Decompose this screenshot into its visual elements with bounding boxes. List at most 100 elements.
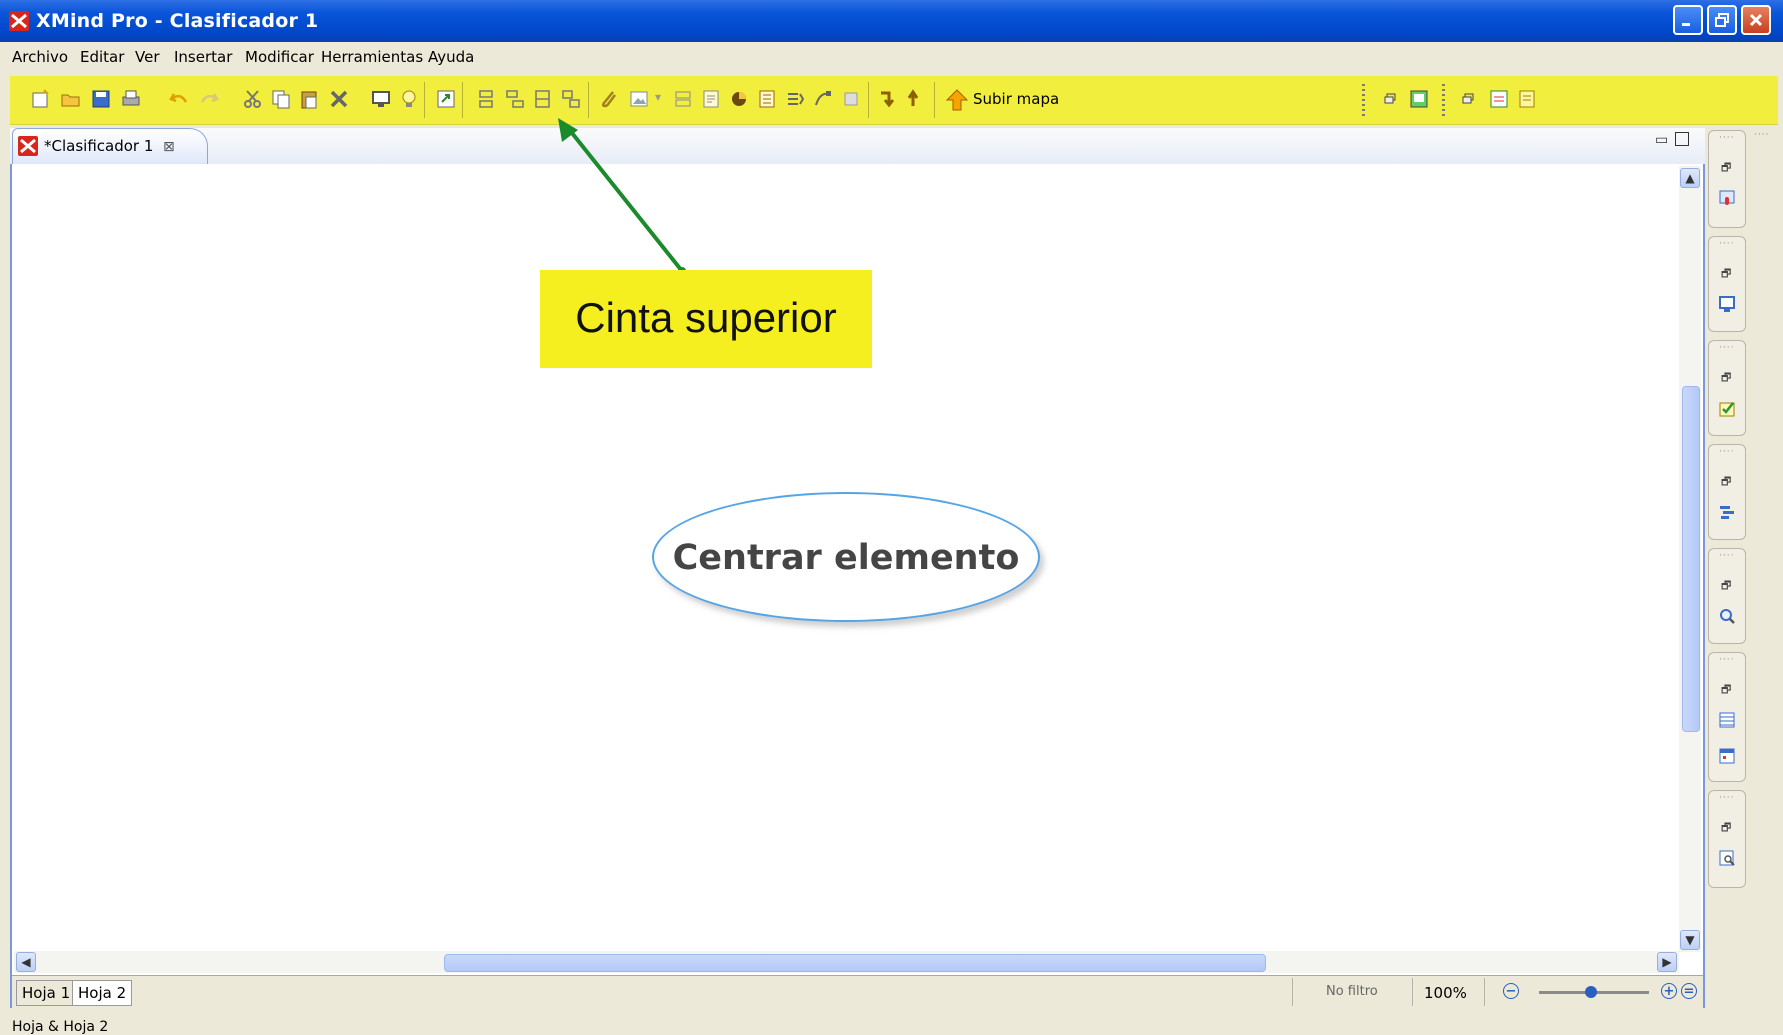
summary-icon[interactable] <box>756 88 778 110</box>
restore-view-icon[interactable] <box>1458 88 1480 110</box>
menu-herramientas[interactable]: Herramientas <box>321 48 423 66</box>
horizontal-scroll-thumb[interactable] <box>444 954 1266 972</box>
zoom-reset-icon[interactable]: = <box>1681 983 1697 999</box>
subir-mapa-label: Subir mapa <box>973 90 1060 108</box>
close-icon <box>1749 13 1763 27</box>
image-icon[interactable] <box>628 88 650 110</box>
toolbar-grip[interactable] <box>1362 84 1365 116</box>
floating-topic-icon[interactable] <box>560 88 582 110</box>
presentation-icon[interactable] <box>1718 295 1736 313</box>
search-icon[interactable] <box>1718 607 1736 625</box>
sheet-tab-hoja-2[interactable]: Hoja 2 <box>72 980 133 1006</box>
side-group-audio: ···· 🗗 <box>1708 130 1746 228</box>
tab-close-icon[interactable]: ⊠ <box>163 139 175 155</box>
cut-icon[interactable] <box>242 88 264 110</box>
tab-label: *Clasificador 1 <box>44 137 154 155</box>
zoom-slider-knob[interactable] <box>1585 986 1597 998</box>
restore-icon <box>1715 13 1729 27</box>
gantt-icon[interactable] <box>1718 503 1736 521</box>
panel-grip-icon[interactable]: ···· <box>1719 343 1734 353</box>
menu-ayuda[interactable]: Ayuda <box>428 48 474 66</box>
relationship-icon[interactable] <box>812 88 834 110</box>
vertical-scroll-thumb[interactable] <box>1682 386 1700 732</box>
restore-panel-icon[interactable]: 🗗 <box>1721 577 1731 596</box>
panel-grip-icon[interactable]: ···· <box>1719 793 1734 803</box>
panel-grip-icon[interactable]: ···· <box>1719 551 1734 561</box>
minimize-editor-icon[interactable]: ▭ <box>1655 132 1668 148</box>
image-dropdown-icon[interactable]: ▾ <box>655 90 661 104</box>
toolbar-separator <box>462 82 463 118</box>
restore-panel-icon[interactable]: 🗗 <box>1721 265 1731 284</box>
save-icon[interactable] <box>90 88 112 110</box>
copy-icon[interactable] <box>270 88 292 110</box>
restore-view-icon[interactable] <box>1380 88 1402 110</box>
status-divider <box>1292 978 1293 1006</box>
export-icon[interactable] <box>435 88 457 110</box>
vertical-scrollbar[interactable]: ▲ ▼ <box>1679 166 1701 952</box>
scroll-down-icon[interactable]: ▼ <box>1680 930 1700 950</box>
menu-editar[interactable]: Editar <box>80 48 124 66</box>
restore-panel-icon[interactable]: 🗗 <box>1721 473 1731 492</box>
undo-icon[interactable] <box>168 88 190 110</box>
menu-archivo[interactable]: Archivo <box>12 48 68 66</box>
table-icon[interactable] <box>1718 747 1736 765</box>
scroll-left-icon[interactable]: ◀ <box>16 952 36 972</box>
audio-notes-icon[interactable] <box>1718 189 1736 207</box>
drill-down-icon[interactable] <box>876 88 898 110</box>
panel-grip-icon[interactable]: ···· <box>1719 133 1734 143</box>
marker-icon[interactable] <box>728 88 750 110</box>
callout-icon[interactable] <box>784 88 806 110</box>
menu-modificar[interactable]: Modificar <box>245 48 314 66</box>
sheet-tab-hoja-1[interactable]: Hoja 1 <box>16 980 77 1006</box>
task-check-icon[interactable] <box>1718 399 1736 417</box>
menu-bar: Archivo Editar Ver Insertar Modificar He… <box>0 43 1783 71</box>
maximize-editor-icon[interactable] <box>1675 132 1689 146</box>
window-title: XMind Pro - Clasificador 1 <box>36 10 319 32</box>
presentation-icon[interactable] <box>370 88 392 110</box>
notes-view-icon[interactable] <box>1516 88 1538 110</box>
image-view-icon[interactable] <box>1408 88 1430 110</box>
preview-icon[interactable] <box>1718 849 1736 867</box>
zoom-out-icon[interactable]: − <box>1503 983 1519 999</box>
boundary-icon[interactable] <box>672 88 694 110</box>
paste-icon[interactable] <box>298 88 320 110</box>
restore-panel-icon[interactable]: 🗗 <box>1721 159 1731 178</box>
notes-icon[interactable] <box>700 88 722 110</box>
open-folder-icon[interactable] <box>60 88 82 110</box>
new-file-icon[interactable] <box>30 88 52 110</box>
label-icon[interactable] <box>840 88 862 110</box>
menu-insertar[interactable]: Insertar <box>174 48 232 66</box>
horizontal-scrollbar[interactable]: ◀ ▶ <box>14 951 1679 973</box>
panel-grip-icon[interactable]: ···· <box>1719 239 1734 249</box>
central-topic[interactable]: Centrar elemento <box>652 492 1040 622</box>
filter-status[interactable]: No filtro <box>1326 984 1378 999</box>
toolbar-grip[interactable] <box>1442 84 1445 116</box>
menu-ver[interactable]: Ver <box>135 48 160 66</box>
tab-clasificador-1[interactable]: *Clasificador 1 ⊠ <box>12 128 208 164</box>
restore-panel-icon[interactable]: 🗗 <box>1721 819 1731 838</box>
subtopic-icon[interactable] <box>504 88 526 110</box>
parent-topic-icon[interactable] <box>532 88 554 110</box>
panel-grip-icon[interactable]: ···· <box>1719 447 1734 457</box>
topic-icon[interactable] <box>476 88 498 110</box>
zoom-in-icon[interactable]: + <box>1661 983 1677 999</box>
outline-icon[interactable] <box>1718 711 1736 729</box>
close-button[interactable] <box>1741 5 1771 35</box>
restore-panel-icon[interactable]: 🗗 <box>1721 369 1731 388</box>
panel-grip-icon[interactable]: ···· <box>1754 130 1769 140</box>
print-icon[interactable] <box>120 88 142 110</box>
delete-icon[interactable] <box>328 88 350 110</box>
minimize-button[interactable] <box>1673 5 1703 35</box>
scroll-up-icon[interactable]: ▲ <box>1680 168 1700 188</box>
restore-panel-icon[interactable]: 🗗 <box>1721 681 1731 700</box>
properties-view-icon[interactable] <box>1488 88 1510 110</box>
drill-up-icon[interactable] <box>906 88 928 110</box>
scroll-right-icon[interactable]: ▶ <box>1657 952 1677 972</box>
attachment-icon[interactable] <box>598 88 620 110</box>
side-group-tasks: ···· 🗗 <box>1708 340 1746 436</box>
lightbulb-icon[interactable] <box>398 88 420 110</box>
restore-button[interactable] <box>1707 5 1737 35</box>
redo-icon[interactable] <box>198 88 220 110</box>
panel-grip-icon[interactable]: ···· <box>1719 655 1734 665</box>
xmind-logo-icon <box>9 11 29 31</box>
